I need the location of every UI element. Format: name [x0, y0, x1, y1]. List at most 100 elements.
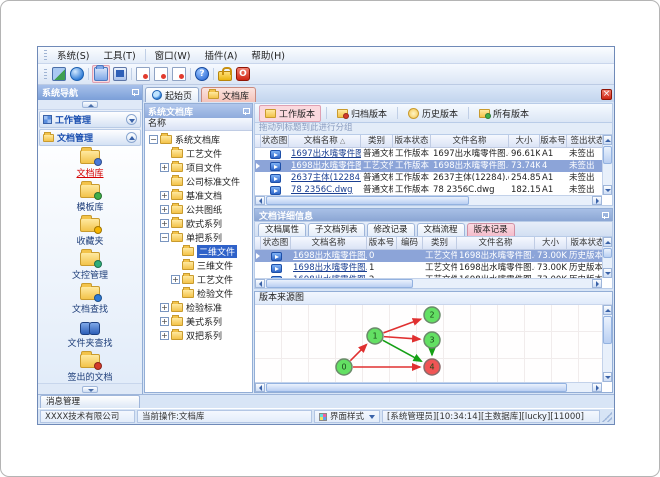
detail-tab-doc-flow[interactable]: 文档流程 [416, 223, 465, 236]
tree-item[interactable]: 三维文件 [145, 258, 252, 272]
tree-expander[interactable]: + [160, 190, 169, 200]
scroll-thumb[interactable] [603, 146, 612, 164]
column-header-vstate[interactable]: 版本状态 [393, 135, 431, 148]
sidebar-item-doc-search[interactable]: 文档查找 [43, 283, 137, 315]
detail-tab-modify-record[interactable]: 修改记录 [366, 223, 415, 236]
detail-tab-subdoc-list[interactable]: 子文档列表 [308, 223, 365, 236]
menu-item-tools[interactable]: 工具(T) [96, 47, 142, 63]
column-header-checkout[interactable]: 签出状态 [567, 135, 602, 148]
report-button-2[interactable] [153, 66, 169, 82]
scroll-down-button[interactable] [82, 385, 98, 393]
lock-button[interactable] [217, 66, 233, 82]
all-version-button[interactable]: 所有版本 [474, 106, 534, 121]
menubar-grip[interactable] [44, 49, 47, 61]
tree-item[interactable]: 二维文件 [145, 244, 252, 258]
tree-expander[interactable]: − [160, 232, 169, 242]
message-management-tab[interactable]: 消息管理 [40, 395, 140, 408]
version-node-3[interactable]: 3 [423, 331, 441, 349]
table-row[interactable]: 1698出水嘴零件图.dwg工艺文件工作版本1698出水嘴零件图.dwg73.7… [255, 160, 602, 172]
tree-item[interactable]: 工艺文件 [145, 146, 252, 160]
scroll-down-arrow[interactable] [603, 268, 612, 278]
column-header-name[interactable]: 文档名称 [291, 237, 367, 250]
sidebar-item-checked-out-docs[interactable]: 签出的文档 [43, 351, 137, 383]
scroll-right-arrow[interactable] [592, 279, 602, 288]
sidebar-item-folder-search[interactable]: 文件夹查找 [43, 320, 137, 349]
column-header-code[interactable]: 编码 [397, 237, 423, 250]
tree-item[interactable]: 公司标准文件 [145, 174, 252, 188]
version-node-1[interactable]: 1 [366, 327, 384, 345]
scroll-left-arrow[interactable] [255, 196, 265, 205]
pin-icon[interactable] [242, 107, 250, 115]
column-header-size[interactable]: 大小 [535, 237, 567, 250]
history-version-button[interactable]: 历史版本 [403, 106, 463, 121]
tree-item[interactable]: − 单把系列 [145, 230, 252, 244]
tree-item[interactable]: + 公共图纸 [145, 202, 252, 216]
scroll-thumb[interactable] [266, 196, 469, 205]
column-header-size[interactable]: 大小 [509, 135, 540, 148]
version-node-0[interactable]: 0 [335, 358, 353, 376]
screen-button[interactable] [51, 66, 67, 82]
report-button-1[interactable] [135, 66, 151, 82]
work-version-button[interactable]: 工作版本 [259, 104, 322, 122]
column-header-file[interactable]: 文件名称 [457, 237, 535, 250]
version-node-4[interactable]: 4 [423, 358, 441, 376]
scroll-up-arrow[interactable] [603, 237, 612, 247]
scroll-right-arrow[interactable] [592, 196, 602, 205]
scroll-up-arrow[interactable] [603, 135, 612, 145]
table-row[interactable]: 2637主体(12284).dwg普通文档工作版本2637主体(12284).d… [255, 172, 602, 184]
pin-icon[interactable] [131, 89, 139, 96]
column-header-vstate[interactable]: 版本状态 [567, 237, 602, 250]
tree-item[interactable]: + 双把系列 [145, 328, 252, 342]
pin-icon[interactable] [601, 211, 609, 219]
tab-start[interactable]: 起始页 [145, 87, 200, 102]
table-row[interactable]: 1698出水嘴零件图.dwg0工艺文件1698出水嘴零件图.dwg73.00KB… [255, 250, 602, 262]
column-header-file[interactable]: 文件名称 [431, 135, 509, 148]
resize-grip[interactable] [602, 411, 612, 422]
scroll-thumb[interactable] [603, 248, 612, 258]
tree-item[interactable]: + 欧式系列 [145, 216, 252, 230]
scroll-right-arrow[interactable] [592, 383, 602, 392]
column-header-icon[interactable]: 状态图 [261, 237, 291, 250]
sidebar-group-document[interactable]: 文档管理 [39, 129, 141, 146]
tree-expander[interactable]: + [171, 274, 180, 284]
globe-button[interactable] [69, 66, 85, 82]
version-node-2[interactable]: 2 [423, 306, 441, 324]
scroll-thumb[interactable] [603, 316, 612, 344]
menu-item-help[interactable]: 帮助(H) [244, 47, 292, 63]
detail-tab-version-record[interactable]: 版本记录 [466, 223, 515, 236]
help-button[interactable] [194, 66, 210, 82]
scroll-down-arrow[interactable] [603, 372, 612, 382]
tree-item[interactable]: + 项目文件 [145, 160, 252, 174]
tree-item[interactable]: 检验文件 [145, 286, 252, 300]
tree-item[interactable]: + 基准文档 [145, 188, 252, 202]
scroll-down-arrow[interactable] [603, 185, 612, 195]
scroll-thumb[interactable] [266, 279, 414, 288]
power-button[interactable] [235, 66, 251, 82]
ui-style-dropdown[interactable]: 界面样式 [313, 410, 380, 423]
tree-expander[interactable]: + [160, 302, 169, 312]
menu-item-system[interactable]: 系统(S) [50, 47, 96, 63]
archived-version-button[interactable]: 归档版本 [332, 106, 392, 121]
sidebar-group-work[interactable]: 工作管理 [39, 111, 141, 128]
tree-expander[interactable]: + [160, 162, 169, 172]
computer-button[interactable] [112, 66, 128, 82]
document-library-button[interactable] [92, 65, 110, 83]
table-row[interactable]: 1698出水嘴零件图.dwg1工艺文件1698出水嘴零件图.dwg73.00KB… [255, 262, 602, 274]
tree-item[interactable]: + 工艺文件 [145, 272, 252, 286]
table-row[interactable]: 1697出水嘴零件图.dwg普通文档工作版本1697出水嘴零件图.dwg96.6… [255, 148, 602, 160]
menu-item-window[interactable]: 窗口(W) [148, 47, 198, 63]
column-header-category[interactable]: 类别 [361, 135, 393, 148]
toolbar-grip[interactable] [44, 68, 47, 80]
chevron-down-icon[interactable] [126, 114, 137, 125]
tree-column-header[interactable]: 名称 [145, 118, 252, 131]
tree-expander[interactable]: + [160, 218, 169, 228]
column-header-ver[interactable]: 版本号 [367, 237, 397, 250]
sidebar-item-template-library[interactable]: 模板库 [43, 181, 137, 213]
report-button-3[interactable] [171, 66, 187, 82]
tree-item[interactable]: − 系统文档库 [145, 132, 252, 146]
column-header-ver[interactable]: 版本号 [540, 135, 567, 148]
tree-item[interactable]: + 美式系列 [145, 314, 252, 328]
scroll-left-arrow[interactable] [255, 279, 265, 288]
scroll-thumb[interactable] [266, 383, 567, 392]
sidebar-item-doc-library[interactable]: 文档库 [43, 147, 137, 179]
